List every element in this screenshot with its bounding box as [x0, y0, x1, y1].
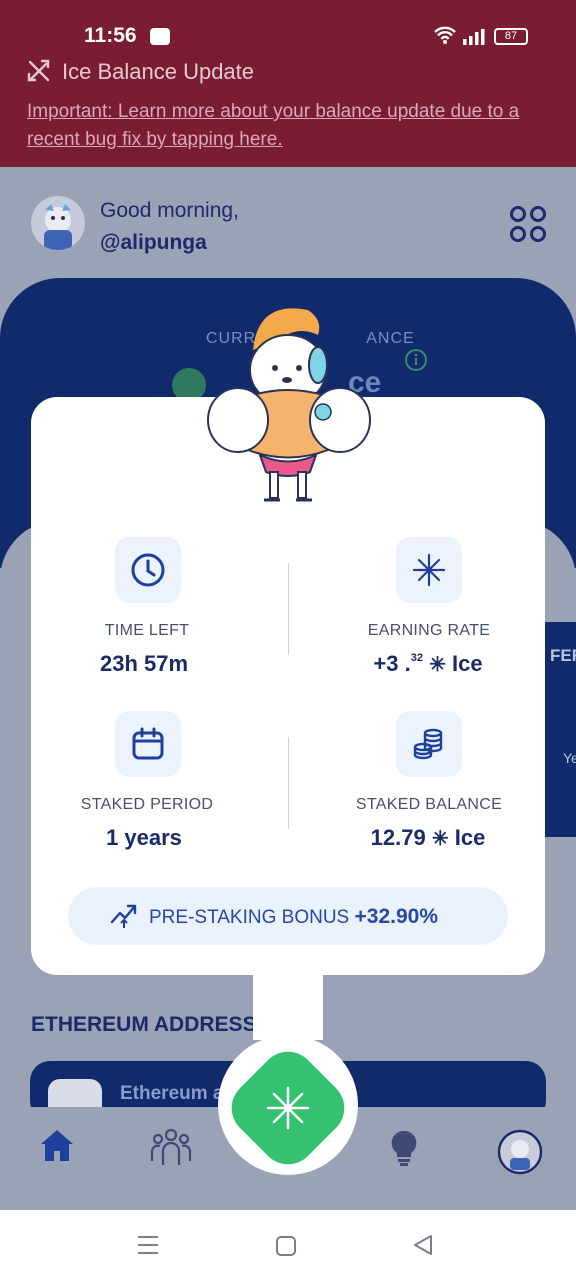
ice-small-icon: ✳ — [429, 654, 446, 676]
earning-rate-value: +3 .32 ✳ Ice — [373, 651, 483, 676]
team-icon[interactable] — [150, 1127, 192, 1167]
banner-title: Ice Balance Update — [62, 59, 255, 84]
avatar[interactable] — [31, 196, 85, 250]
recents-icon[interactable] — [137, 1235, 159, 1255]
earning-rate-icon-box — [396, 537, 462, 603]
divider-bottom — [288, 737, 289, 829]
staked-balance-icon-box — [396, 711, 462, 777]
menu-grid-icon[interactable] — [509, 205, 547, 243]
staked-period-icon-box — [115, 711, 181, 777]
mascot-illustration — [207, 308, 371, 502]
time-left-value: 23h 57m — [99, 651, 189, 676]
signal-icon — [463, 29, 485, 45]
back-icon[interactable] — [412, 1234, 434, 1256]
trend-up-icon — [110, 904, 137, 928]
staked-balance-value: 12.79 ✳ Ice — [370, 825, 486, 850]
profile-avatar-icon[interactable] — [497, 1129, 543, 1175]
side-card-title: FER — [550, 646, 576, 665]
ethereum-card-text: Ethereum a — [120, 1083, 224, 1104]
staked-balance-label: STAKED BALANCE — [355, 796, 503, 813]
banner-link[interactable]: Important: Learn more about your balance… — [27, 98, 537, 154]
time-left-label: TIME LEFT — [104, 622, 190, 639]
ice-star-icon — [412, 553, 446, 587]
side-card-text: Ye — [563, 750, 576, 766]
lightbulb-icon[interactable] — [389, 1129, 419, 1167]
home-system-icon[interactable] — [275, 1235, 297, 1257]
system-nav-bar — [0, 1210, 576, 1280]
staked-period-label: STAKED PERIOD — [80, 796, 214, 813]
earning-rate-label: EARNING RATE — [367, 622, 491, 639]
username: @alipunga — [100, 231, 207, 254]
greeting: Good morning, @alipunga — [100, 195, 239, 259]
status-bar: 11:56 87 — [0, 0, 576, 56]
notification-app-icon — [150, 28, 170, 45]
ethereum-section-title: ETHEREUM ADDRESS — [31, 1013, 257, 1036]
calendar-icon — [132, 727, 164, 760]
staked-period-value: 1 years — [106, 825, 182, 850]
status-time: 11:56 — [84, 24, 137, 47]
balance-update-banner[interactable]: 11:56 87 Ice Balance Update Important: L… — [0, 0, 576, 167]
wifi-icon — [434, 26, 456, 44]
ice-small-icon: ✳ — [431, 828, 449, 850]
pre-staking-bonus: PRE-STAKING BONUS +32.90% — [68, 887, 508, 945]
divider-top — [288, 563, 289, 655]
coins-icon — [413, 728, 443, 760]
ice-logo-icon[interactable] — [262, 1082, 314, 1134]
time-left-icon-box — [115, 537, 181, 603]
home-icon[interactable] — [38, 1127, 76, 1163]
greeting-text: Good morning, — [100, 199, 239, 222]
info-icon[interactable] — [404, 348, 428, 372]
bonus-text: PRE-STAKING BONUS +32.90% — [149, 905, 439, 928]
tools-icon — [27, 59, 50, 82]
clock-icon — [131, 553, 165, 587]
battery-icon: 87 — [494, 28, 528, 45]
side-card: FER Ye — [545, 622, 576, 837]
